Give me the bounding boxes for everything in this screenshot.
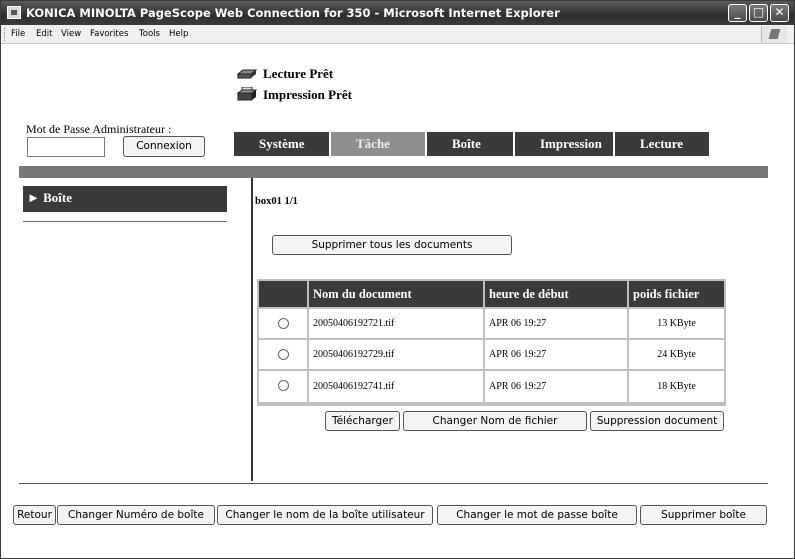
tab-lecture[interactable]: Lecture [615, 132, 709, 156]
admin-password-label: Mot de Passe Administrateur : [26, 122, 172, 136]
document-time: APR 06 19:27 [485, 340, 627, 369]
delete-all-documents-button[interactable]: Supprimer tous les documents [272, 235, 512, 255]
document-radio-3[interactable] [278, 380, 289, 391]
tab-impression[interactable]: Impression [515, 132, 613, 156]
back-button[interactable]: Retour [13, 505, 56, 525]
download-button[interactable]: Télécharger [325, 411, 400, 431]
minimize-button[interactable]: _ [728, 4, 747, 22]
printer-status-text: Impression Prêt [263, 87, 352, 102]
box-label: box01 1/1 [255, 196, 298, 207]
close-button[interactable]: ✕ [770, 4, 789, 22]
scanner-status-text: Lecture Prêt [263, 66, 334, 81]
menu-view[interactable]: View [61, 29, 81, 39]
table-row-select-cell [259, 309, 307, 338]
header-divider-bar [19, 166, 768, 178]
delete-box-button[interactable]: Supprimer boîte [640, 505, 767, 525]
tab-tache[interactable]: Tâche [331, 132, 425, 156]
document-time: APR 06 19:27 [485, 371, 627, 402]
sidebar-divider [23, 221, 227, 222]
menu-bar: File Edit View Favorites Tools Help [1, 25, 794, 44]
admin-password-field[interactable] [27, 137, 105, 157]
table-row-select-cell [259, 340, 307, 369]
document-size: 13 KByte [629, 309, 724, 338]
table-header-time: heure de début [485, 281, 627, 307]
scanner-icon [237, 69, 257, 79]
rename-file-button[interactable]: Changer Nom de fichier [403, 411, 587, 431]
document-radio-1[interactable] [278, 318, 289, 329]
ie-app-icon [7, 6, 21, 19]
document-radio-2[interactable] [278, 349, 289, 360]
document-size: 24 KByte [629, 340, 724, 369]
change-box-password-button[interactable]: Changer le mot de passe boîte [437, 505, 637, 525]
table-header-size: poids fichier [629, 281, 724, 307]
delete-document-button[interactable]: Suppression document [590, 411, 724, 431]
printer-icon [237, 87, 257, 101]
browser-window: KONICA MINOLTA PageScope Web Connection … [0, 0, 795, 559]
menu-file[interactable]: File [11, 29, 25, 39]
tab-boite[interactable]: Boîte [427, 132, 513, 156]
table-header-select [259, 281, 307, 307]
toolbar-grip [4, 28, 6, 41]
document-table: Nom du document heure de début poids fic… [257, 279, 726, 406]
menu-edit[interactable]: Edit [36, 29, 52, 39]
window-title: KONICA MINOLTA PageScope Web Connection … [26, 6, 560, 20]
menu-help[interactable]: Help [169, 29, 188, 39]
menu-favorites[interactable]: Favorites [90, 29, 128, 39]
title-bar: KONICA MINOLTA PageScope Web Connection … [1, 1, 794, 25]
document-name: 20050406192721.tif [309, 309, 483, 338]
change-box-number-button[interactable]: Changer Numéro de boîte [57, 505, 215, 525]
page-content: Lecture Prêt Impression Prêt Mot de Pass… [1, 45, 794, 558]
connect-button[interactable]: Connexion [123, 136, 205, 157]
document-name: 20050406192729.tif [309, 340, 483, 369]
tab-systeme[interactable]: Système [234, 132, 329, 156]
footer-divider [19, 483, 768, 484]
menu-tools[interactable]: Tools [139, 29, 160, 39]
document-name: 20050406192741.tif [309, 371, 483, 402]
sidebar-item-boite[interactable]: ► Boîte [23, 186, 227, 212]
document-time: APR 06 19:27 [485, 309, 627, 338]
table-row-select-cell [259, 371, 307, 402]
change-user-box-name-button[interactable]: Changer le nom de la boîte utilisateur [217, 505, 433, 525]
vertical-divider [251, 178, 253, 481]
maximize-button[interactable]: □ [749, 4, 768, 22]
document-size: 18 KByte [629, 371, 724, 402]
windows-logo-icon [761, 26, 787, 43]
table-header-name: Nom du document [309, 281, 483, 307]
